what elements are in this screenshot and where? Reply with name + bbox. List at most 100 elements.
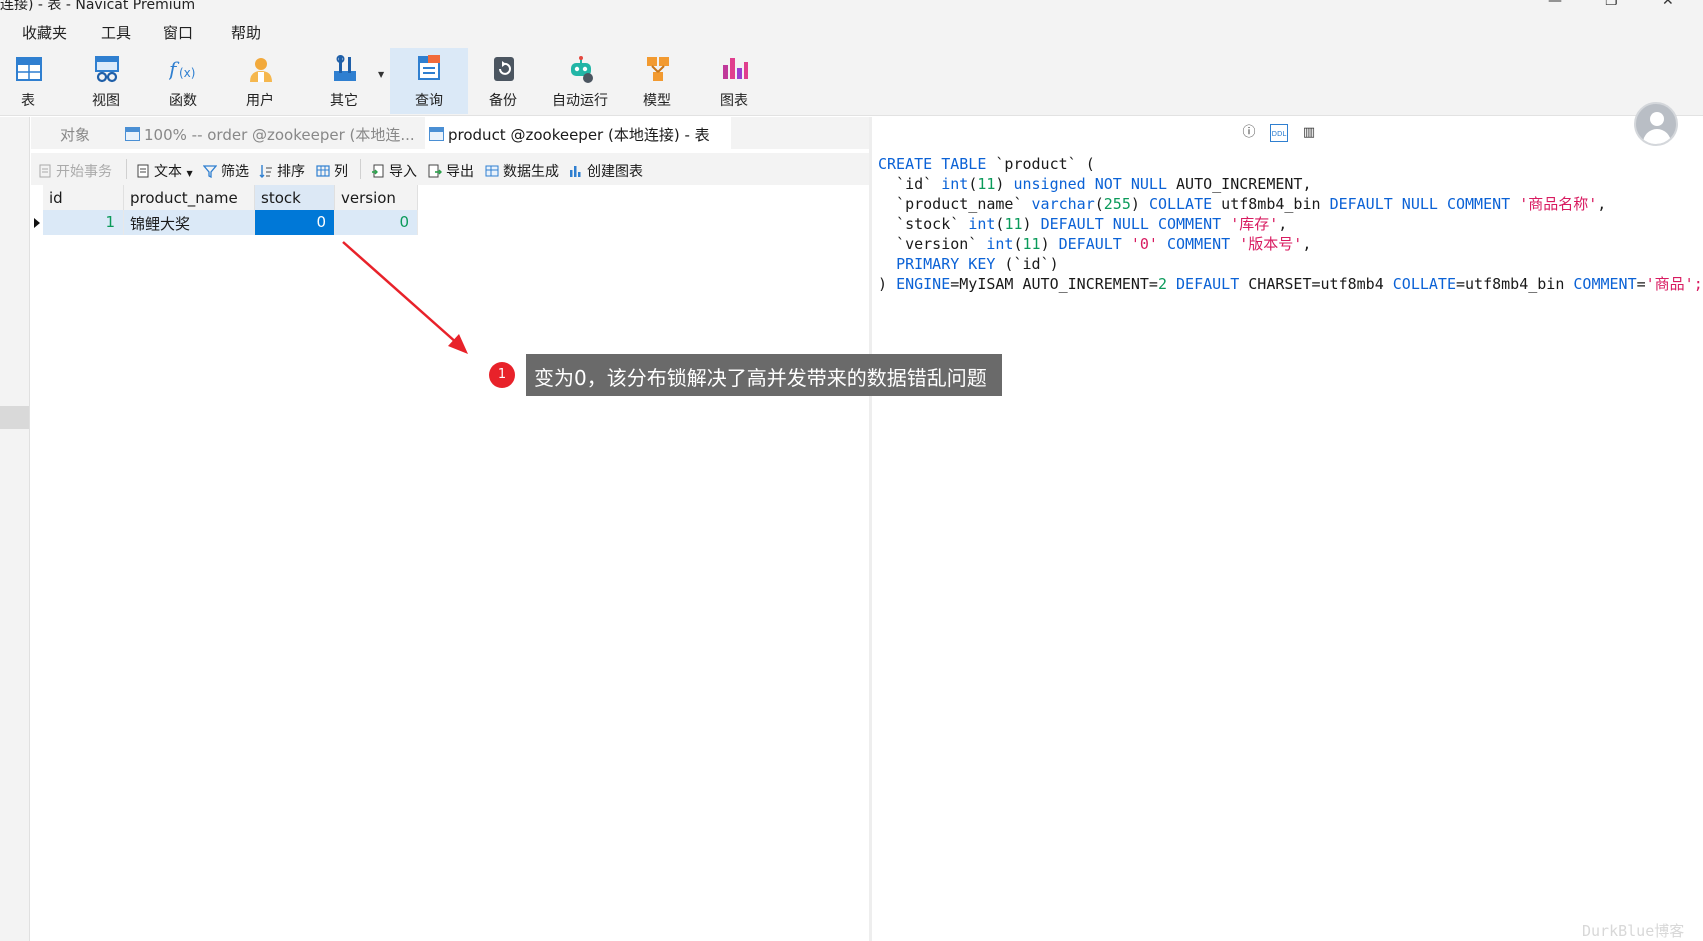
ddl-token: 2 — [1157, 275, 1167, 293]
sort-button[interactable]: 排序 — [259, 161, 305, 181]
text-icon — [137, 164, 149, 178]
avatar-head-icon — [1650, 112, 1664, 126]
cell-product-name[interactable]: 锦鲤大奖 — [124, 210, 255, 235]
column-header-product-name[interactable]: product_name — [124, 185, 255, 210]
chevron-down-icon[interactable]: ▼ — [378, 70, 384, 79]
column-header-stock[interactable]: stock — [255, 185, 335, 210]
toolbar-backup-button[interactable]: 备份 — [467, 48, 539, 114]
import-button[interactable]: 导入 — [371, 161, 417, 181]
ddl-token: ) — [1022, 215, 1041, 233]
ddl-token: ) — [1040, 235, 1059, 253]
navigation-selection-marker — [0, 406, 29, 429]
tools-icon — [334, 55, 356, 81]
ddl-token: `product` ( — [986, 155, 1095, 173]
ddl-token: COLLATE — [1148, 195, 1213, 213]
menu-favorites[interactable]: 收藏夹 — [22, 22, 67, 43]
ddl-token: unsigned NOT NULL — [1013, 175, 1167, 193]
toolbar-view-button[interactable]: 视图 — [70, 48, 142, 114]
ddl-token — [878, 255, 896, 273]
ddl-token: , — [1597, 195, 1607, 213]
robot-icon — [571, 56, 593, 83]
layout-icon[interactable]: ▥ — [1300, 124, 1318, 142]
menu-bar: 收藏夹 工具 窗口 帮助 — [0, 12, 1703, 48]
toolbar-table-button[interactable]: 表 — [0, 48, 64, 114]
ddl-icon[interactable]: DDL — [1270, 124, 1288, 142]
ddl-token: DEFAULT NULL COMMENT — [1329, 195, 1511, 213]
ddl-token: ENGINE — [896, 275, 951, 293]
tab-product-table[interactable]: product @zookeeper (本地连接) - 表 — [425, 117, 731, 149]
data-generation-label: 数据生成 — [503, 164, 559, 180]
toolbar-function-button[interactable]: f (x) 函数 — [147, 48, 219, 114]
tab-order-query[interactable]: 100% -- order @zookeeper (本地连... — [121, 117, 421, 149]
ddl-token: COMMENT — [1167, 235, 1231, 253]
data-generation-icon — [485, 165, 499, 177]
data-generation-button[interactable]: 数据生成 — [485, 161, 559, 181]
column-header-id[interactable]: id — [43, 185, 124, 210]
cell-stock[interactable]: 0 — [255, 210, 335, 235]
cell-version[interactable]: 0 — [335, 210, 418, 235]
ddl-token: 11 — [1022, 235, 1041, 253]
backup-icon — [494, 57, 514, 81]
pane-splitter[interactable] — [869, 117, 872, 941]
ddl-line: PRIMARY KEY (`id`) — [878, 254, 1703, 274]
toolbar-query-button[interactable]: 查询 — [390, 48, 468, 114]
avatar[interactable] — [1634, 102, 1678, 146]
import-label: 导入 — [389, 164, 417, 180]
model-icon — [647, 57, 669, 81]
menu-tools[interactable]: 工具 — [101, 22, 131, 43]
chart-icon — [723, 58, 748, 79]
navigation-pane-edge — [0, 117, 30, 941]
main-toolbar: 表 视图 f (x) 函数 用户 其它 ▼ 查询 备份 自动运行 模型 图表 — [0, 48, 1703, 146]
table-tab-icon — [429, 127, 444, 141]
info-icon[interactable]: ⓘ — [1240, 124, 1258, 142]
ddl-token — [1221, 215, 1230, 233]
toolbar-chart-label: 图表 — [720, 93, 748, 109]
ddl-token: ( — [1094, 195, 1104, 213]
ddl-token: 11 — [977, 175, 996, 193]
begin-transaction-button[interactable]: 开始事务 — [38, 161, 112, 181]
text-view-label: 文本 — [154, 164, 182, 180]
toolbar-chart-button[interactable]: 图表 — [698, 48, 770, 114]
columns-button[interactable]: 列 — [316, 161, 348, 181]
tab-product-label: product @zookeeper (本地连接) - 表 — [448, 126, 710, 144]
chevron-down-icon: ▼ — [186, 169, 193, 178]
ddl-line: `id` int(11) unsigned NOT NULL AUTO_INCR… — [878, 174, 1703, 194]
ddl-line: ) ENGINE=MyISAM AUTO_INCREMENT=2 DEFAULT… — [878, 274, 1703, 294]
ddl-token: PRIMARY KEY — [896, 255, 996, 273]
export-icon — [428, 164, 442, 178]
toolbar-automation-button[interactable]: 自动运行 — [544, 48, 616, 114]
toolbar-divider — [126, 159, 127, 179]
text-view-button[interactable]: 文本 ▼ — [136, 161, 193, 181]
toolbar-user-label: 用户 — [246, 93, 274, 109]
toolbar-function-label: 函数 — [169, 93, 197, 109]
ddl-token: '商品名称' — [1519, 195, 1598, 213]
cell-id[interactable]: 1 — [43, 210, 124, 235]
toolbar-model-button[interactable]: 模型 — [621, 48, 693, 114]
function-icon: f (x) — [169, 57, 195, 81]
create-chart-button[interactable]: 创建图表 — [569, 161, 643, 181]
column-header-version[interactable]: version — [335, 185, 418, 210]
filter-button[interactable]: 筛选 — [203, 161, 249, 181]
toolbar-model-label: 模型 — [643, 93, 671, 109]
filter-label: 筛选 — [221, 164, 249, 180]
ddl-token: `product_name` — [878, 195, 1032, 213]
menu-help[interactable]: 帮助 — [231, 22, 261, 43]
ddl-token — [1167, 275, 1176, 293]
ddl-token: ) — [995, 175, 1014, 193]
restore-icon[interactable]: ❐ — [1605, 0, 1618, 9]
minimize-icon[interactable]: — — [1548, 0, 1562, 9]
menu-window[interactable]: 窗口 — [163, 22, 193, 43]
export-button[interactable]: 导出 — [428, 161, 474, 181]
toolbar-other-button[interactable]: 其它 — [308, 48, 380, 114]
ddl-token: utf8mb4_bin — [1212, 195, 1330, 213]
ddl-token: = — [1636, 275, 1646, 293]
ddl-token: `version` — [878, 235, 987, 253]
view-icon — [95, 56, 119, 83]
export-label: 导出 — [446, 164, 474, 180]
close-icon[interactable]: ✕ — [1662, 0, 1674, 9]
toolbar-user-button[interactable]: 用户 — [224, 48, 296, 114]
ddl-token: CHARSET=utf8mb4 — [1239, 275, 1393, 293]
watermark: DurkBlue博客 — [1582, 922, 1685, 940]
ddl-line: CREATE TABLE `product` ( — [878, 154, 1703, 174]
tab-objects[interactable]: 对象 — [31, 117, 119, 149]
